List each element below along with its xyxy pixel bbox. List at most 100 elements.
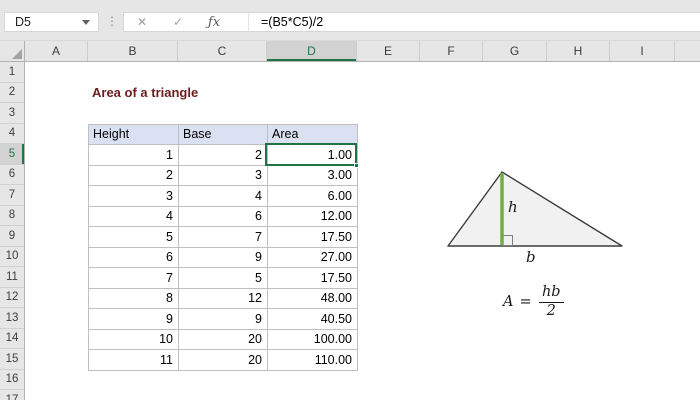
row-header-11[interactable]: 11 xyxy=(0,267,24,288)
table-row: 4 6 12.00 xyxy=(89,206,358,227)
select-all-corner[interactable] xyxy=(0,41,25,61)
row-headers: 1 2 3 4 5 6 7 8 9 10 11 12 13 14 15 16 17 xyxy=(0,62,25,400)
row-header-4[interactable]: 4 xyxy=(0,124,24,144)
table-cell[interactable]: 17.50 xyxy=(268,268,358,289)
table-row: 6 9 27.00 xyxy=(89,247,358,268)
table-cell[interactable]: 12 xyxy=(179,288,268,309)
row-header-8[interactable]: 8 xyxy=(0,206,24,226)
table-cell[interactable]: 4 xyxy=(179,186,268,207)
column-header-D[interactable]: D xyxy=(267,41,357,61)
worksheet-grid[interactable]: 1 2 3 4 5 6 7 8 9 10 11 12 13 14 15 16 17 Area of a tria… xyxy=(0,62,700,400)
table-cell[interactable]: 3 xyxy=(89,186,179,207)
table-cell[interactable]: 100.00 xyxy=(268,329,358,350)
row-header-16[interactable]: 16 xyxy=(0,370,24,390)
formula-denominator: 2 xyxy=(538,301,564,320)
column-header-partial[interactable] xyxy=(675,41,700,61)
table-cell[interactable]: 3.00 xyxy=(268,165,358,186)
dots-separator-icon: ⋮ xyxy=(106,14,118,28)
formula-input[interactable]: =(B5*C5)/2 xyxy=(249,15,323,29)
table-row: 8 12 48.00 xyxy=(89,288,358,309)
table-row: 5 7 17.50 xyxy=(89,227,358,248)
row-header-13[interactable]: 13 xyxy=(0,308,24,329)
table-cell[interactable]: 2 xyxy=(89,165,179,186)
row-header-7[interactable]: 7 xyxy=(0,185,24,206)
row-header-12[interactable]: 12 xyxy=(0,288,24,308)
formula-input-area: ✕ ✓ ƒx =(B5*C5)/2 xyxy=(123,12,700,32)
row-header-10[interactable]: 10 xyxy=(0,247,24,267)
enter-icon[interactable]: ✓ xyxy=(160,15,196,29)
area-formula[interactable]: A = hb 2 xyxy=(503,284,564,320)
table-cell[interactable]: 11 xyxy=(89,350,179,371)
table-header-row: Height Base Area xyxy=(89,124,358,145)
column-header-A[interactable]: A xyxy=(25,41,88,61)
table-cell[interactable]: 7 xyxy=(179,227,268,248)
table-row: 10 20 100.00 xyxy=(89,329,358,350)
table-cell[interactable]: 9 xyxy=(179,247,268,268)
table-cell[interactable]: 17.50 xyxy=(268,227,358,248)
table-cell[interactable]: 9 xyxy=(89,309,179,330)
row-header-14[interactable]: 14 xyxy=(0,329,24,349)
triangle-diagram[interactable] xyxy=(440,165,635,253)
row-header-2[interactable]: 2 xyxy=(0,83,24,103)
table-header-cell[interactable]: Height xyxy=(89,124,179,145)
table-cell[interactable]: 110.00 xyxy=(268,350,358,371)
height-label: h xyxy=(508,198,518,216)
column-header-E[interactable]: E xyxy=(357,41,420,61)
table-cell[interactable]: 48.00 xyxy=(268,288,358,309)
table-row: 2 3 3.00 xyxy=(89,165,358,186)
fill-handle[interactable] xyxy=(354,162,359,168)
cell-reference: D5 xyxy=(15,15,31,29)
table-row: 7 5 17.50 xyxy=(89,268,358,289)
row-header-15[interactable]: 15 xyxy=(0,349,24,370)
insert-function-icon[interactable]: ƒx xyxy=(196,15,232,30)
triangle-shape xyxy=(447,171,623,247)
row-header-3[interactable]: 3 xyxy=(0,103,24,124)
table-cell[interactable]: 8 xyxy=(89,288,179,309)
table-header-cell[interactable]: Base xyxy=(179,124,268,145)
column-header-G[interactable]: G xyxy=(483,41,547,61)
table-cell[interactable]: 5 xyxy=(179,268,268,289)
table-row: 11 20 110.00 xyxy=(89,350,358,371)
table-cell[interactable]: 4 xyxy=(89,206,179,227)
table-cell[interactable]: 40.50 xyxy=(268,309,358,330)
data-table: Height Base Area 1 2 1.00 2 3 3.00 3 4 6.00 4 6 12.00 5… xyxy=(88,123,358,371)
table-cell[interactable]: 7 xyxy=(89,268,179,289)
column-header-H[interactable]: H xyxy=(547,41,610,61)
column-headers: ABCDEFGHI xyxy=(0,41,700,62)
row-header-5[interactable]: 5 xyxy=(0,144,24,165)
cancel-icon[interactable]: ✕ xyxy=(124,15,160,29)
table-cell[interactable]: 1.00 xyxy=(268,145,358,166)
table-cell[interactable]: 6.00 xyxy=(268,186,358,207)
base-label: b xyxy=(526,248,536,266)
table-cell[interactable]: 9 xyxy=(179,309,268,330)
table-cell[interactable]: 12.00 xyxy=(268,206,358,227)
table-row: 9 9 40.50 xyxy=(89,309,358,330)
column-header-C[interactable]: C xyxy=(178,41,267,61)
row-header-9[interactable]: 9 xyxy=(0,226,24,247)
table-row: 1 2 1.00 xyxy=(89,145,358,166)
table-row: 3 4 6.00 xyxy=(89,186,358,207)
table-cell[interactable]: 2 xyxy=(179,145,268,166)
row-header-1[interactable]: 1 xyxy=(0,62,24,83)
table-cell[interactable]: 3 xyxy=(179,165,268,186)
formula-equals: = xyxy=(519,294,532,311)
table-cell[interactable]: 5 xyxy=(89,227,179,248)
name-box[interactable]: D5 xyxy=(4,12,99,32)
column-header-F[interactable]: F xyxy=(420,41,483,61)
name-box-dropdown-icon[interactable] xyxy=(82,19,90,25)
sheet-title[interactable]: Area of a triangle xyxy=(92,83,198,104)
table-cell[interactable]: 20 xyxy=(179,350,268,371)
table-cell[interactable]: 6 xyxy=(89,247,179,268)
row-header-17[interactable]: 17 xyxy=(0,390,24,400)
table-cell[interactable]: 10 xyxy=(89,329,179,350)
table-cell[interactable]: 6 xyxy=(179,206,268,227)
formula-lhs: A xyxy=(503,294,514,311)
table-cell[interactable]: 1 xyxy=(89,145,179,166)
table-cell[interactable]: 20 xyxy=(179,329,268,350)
row-header-6[interactable]: 6 xyxy=(0,165,24,185)
column-header-B[interactable]: B xyxy=(88,41,178,61)
table-header-cell[interactable]: Area xyxy=(268,124,358,145)
table-cell[interactable]: 27.00 xyxy=(268,247,358,268)
column-header-I[interactable]: I xyxy=(610,41,675,61)
formula-numerator: hb xyxy=(541,284,561,300)
